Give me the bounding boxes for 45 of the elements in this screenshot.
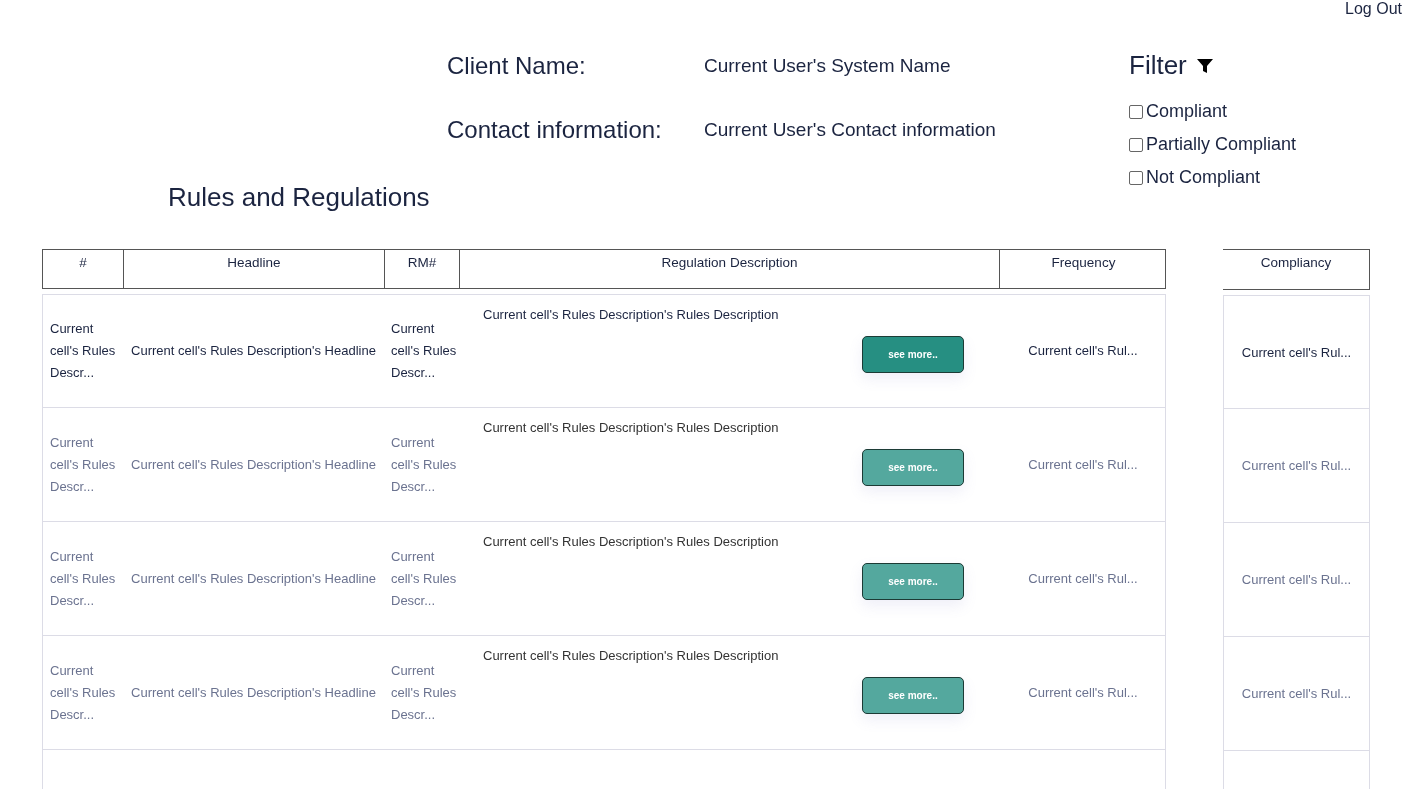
- column-header: #: [78, 254, 88, 272]
- table-cell-text: Current cell's Rules Description's Headline: [130, 455, 377, 474]
- table-cell: Current cell's Rul...: [1223, 295, 1370, 409]
- table-cell-text: Current cell's Rules Description's Headline: [130, 569, 377, 588]
- filter-option-label: Compliant: [1146, 101, 1228, 122]
- table-cell-text: Current cell's Rules Description's Headline: [130, 683, 377, 702]
- filter-title: Filter: [1129, 50, 1187, 81]
- client-name-value: Current User's System Name: [704, 55, 952, 77]
- table-cell-text: Current cell's Rules Description's Rules Description: [483, 648, 780, 663]
- column-header: Compliancy: [1223, 249, 1370, 290]
- table-cell-text: Current cell's Rul...: [1027, 569, 1139, 588]
- column-header: Frequency: [999, 250, 1167, 288]
- table-cell-text: Current cell's Rul...: [1027, 342, 1139, 360]
- filter-icon[interactable]: [1196, 57, 1213, 74]
- contact-info-label: Contact information:: [447, 116, 663, 144]
- table-cell-text: Current cell's Rules Description's Rules Description: [483, 534, 780, 549]
- table-cell-text: Current cell's Rules Descr...: [49, 320, 117, 382]
- see-more-button[interactable]: see more..: [862, 336, 964, 373]
- filter-checkbox[interactable]: [1129, 170, 1143, 185]
- table-cell-text: Current cell's Rules Descr...: [49, 433, 117, 496]
- column-header: Headline: [123, 250, 384, 288]
- table-cell-text: Current cell's Rules Description's Rules Description: [483, 420, 780, 435]
- logout-link[interactable]: Log Out: [1345, 0, 1402, 18]
- contact-info-value: Current User's Contact information: [704, 119, 997, 141]
- client-name-label: Client Name:: [447, 52, 587, 80]
- filter-option-label: Not Compliant: [1146, 167, 1261, 188]
- table-cell-text: Current cell's Rules Description's Rules Description: [483, 307, 780, 322]
- table-cell-text: Current cell's Rules Descr...: [390, 320, 458, 382]
- table-cell-text: Current cell's Rules Descr...: [390, 661, 458, 724]
- section-title: Rules and Regulations: [168, 182, 431, 213]
- table-cell-text: Current cell's Rules Descr...: [390, 547, 458, 610]
- table-cell-text: Current cell's Rul...: [1027, 455, 1139, 474]
- table-cell-text: Current cell's Rul...: [1027, 683, 1139, 702]
- column-header: RM#: [384, 250, 459, 288]
- table-cell: Current cell's Rul...: [1223, 409, 1370, 523]
- table-cell: Current cell's Rul...: [1223, 523, 1370, 637]
- table-cell-text: Current cell's Rules Descr...: [49, 661, 117, 724]
- table-cell: Current cell's Rul...: [1223, 637, 1370, 751]
- table-cell-text: Current cell's Rules Descr...: [390, 433, 458, 496]
- column-header: Regulation Description: [459, 250, 999, 288]
- filter-checkbox[interactable]: [1129, 104, 1143, 119]
- table-cell-text: Current cell's Rules Description's Headline: [130, 342, 377, 360]
- filter-checkbox[interactable]: [1129, 137, 1143, 152]
- table-cell-text: Current cell's Rules Descr...: [49, 547, 117, 610]
- filter-option-label: Partially Compliant: [1146, 134, 1297, 155]
